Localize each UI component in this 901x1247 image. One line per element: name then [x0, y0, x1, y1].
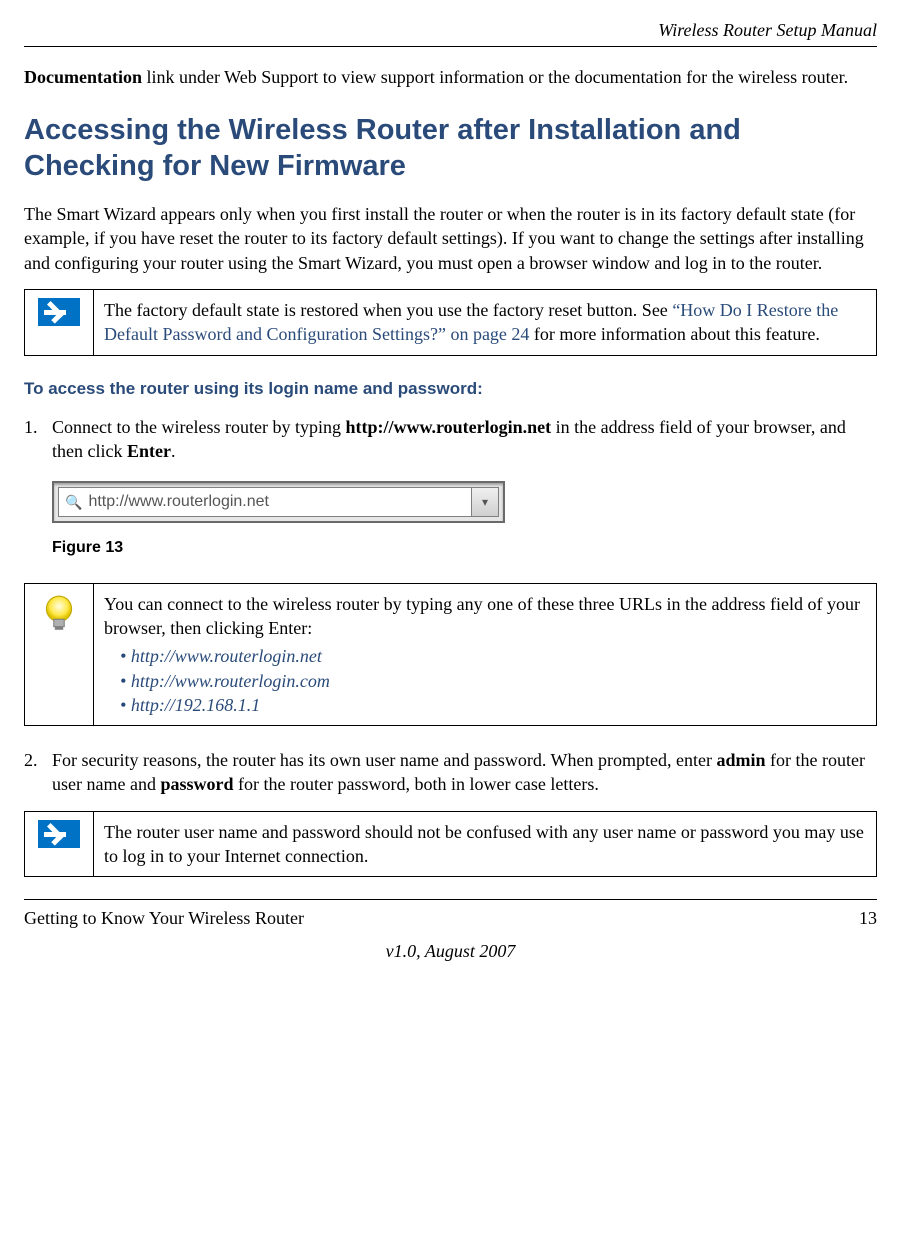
tip-url-1: http://www.routerlogin.net: [120, 644, 866, 668]
note1-post: for more information about this feature.: [529, 324, 819, 344]
tip-text-cell: You can connect to the wireless router b…: [94, 583, 877, 725]
intro-paragraph: The Smart Wizard appears only when you f…: [24, 202, 877, 275]
address-bar-dropdown[interactable]: ▾: [471, 487, 499, 517]
footer-version: v1.0, August 2007: [24, 939, 877, 963]
note1-pre: The factory default state is restored wh…: [104, 300, 672, 320]
footer: Getting to Know Your Wireless Router 13: [24, 906, 877, 930]
lead-rest: link under Web Support to view support i…: [142, 67, 848, 87]
page-icon: 🔍: [65, 493, 82, 512]
step1-t1: Connect to the wireless router by typing: [52, 417, 345, 437]
note-text-cell: The factory default state is restored wh…: [94, 289, 877, 355]
step-2-num: 2.: [24, 748, 52, 797]
address-bar-input[interactable]: 🔍 http://www.routerlogin.net: [58, 487, 472, 517]
step-1-num: 1.: [24, 415, 52, 464]
footer-section: Getting to Know Your Wireless Router: [24, 906, 304, 930]
step2-b2: password: [160, 774, 233, 794]
tip-icon-cell: [25, 583, 94, 725]
step2-t1: For security reasons, the router has its…: [52, 750, 717, 770]
step1-t3: .: [171, 441, 176, 461]
steps-list-2: 2. For security reasons, the router has …: [24, 748, 877, 797]
footer-page: 13: [859, 906, 877, 930]
step-2: 2. For security reasons, the router has …: [24, 748, 877, 797]
lead-bold: Documentation: [24, 67, 142, 87]
arrow-icon: [38, 820, 80, 848]
bottom-rule: [24, 899, 877, 900]
top-rule: [24, 46, 877, 47]
figure-caption-13: Figure 13: [52, 537, 877, 559]
step-1: 1. Connect to the wireless router by typ…: [24, 415, 877, 464]
tip-url-3: http://192.168.1.1: [120, 693, 866, 717]
step2-t3: for the router password, both in lower c…: [234, 774, 599, 794]
note-icon-cell: [25, 289, 94, 355]
note-box-factory-reset: The factory default state is restored wh…: [24, 289, 877, 356]
note2-text-cell: The router user name and password should…: [94, 811, 877, 877]
arrow-icon: [38, 298, 80, 326]
note2-text: The router user name and password should…: [104, 822, 864, 866]
steps-list: 1. Connect to the wireless router by typ…: [24, 415, 877, 464]
address-bar: 🔍 http://www.routerlogin.net ▾: [52, 481, 505, 523]
tip-box-urls: You can connect to the wireless router b…: [24, 583, 877, 726]
subhead-access: To access the router using its login nam…: [24, 378, 877, 401]
note2-icon-cell: [25, 811, 94, 877]
step-2-text: For security reasons, the router has its…: [52, 748, 877, 797]
tip-intro: You can connect to the wireless router b…: [104, 594, 860, 638]
tip-url-2: http://www.routerlogin.com: [120, 669, 866, 693]
note-box-credentials: The router user name and password should…: [24, 811, 877, 878]
step1-b2: Enter: [127, 441, 171, 461]
address-bar-figure: 🔍 http://www.routerlogin.net ▾: [52, 481, 877, 523]
step1-b1: http://www.routerlogin.net: [345, 417, 551, 437]
step2-b1: admin: [717, 750, 766, 770]
tip-url-list: http://www.routerlogin.net http://www.ro…: [104, 644, 866, 717]
address-bar-text: http://www.routerlogin.net: [88, 491, 269, 513]
section-title: Accessing the Wireless Router after Inst…: [24, 112, 877, 185]
step-1-text: Connect to the wireless router by typing…: [52, 415, 877, 464]
running-header: Wireless Router Setup Manual: [24, 18, 877, 42]
lead-paragraph: Documentation link under Web Support to …: [24, 65, 877, 89]
lightbulb-icon: [38, 618, 80, 638]
